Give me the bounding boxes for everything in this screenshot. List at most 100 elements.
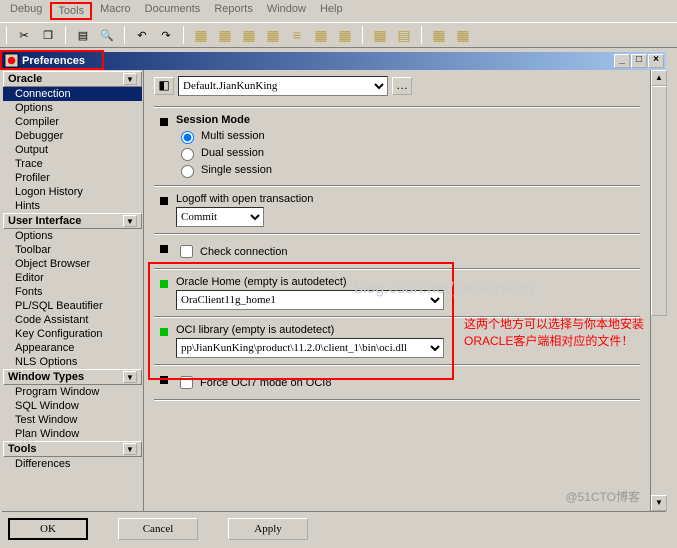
sidebar-item-nls[interactable]: NLS Options (3, 355, 142, 369)
db-icon-4[interactable]: ▦ (264, 26, 282, 44)
menu-tools[interactable]: Tools (50, 2, 92, 20)
db-icon-3[interactable]: ▦ (240, 26, 258, 44)
apply-button[interactable]: Apply (228, 518, 308, 540)
preset-icon[interactable]: ◧ (154, 77, 174, 95)
bullet-icon (160, 376, 168, 384)
menu-documents[interactable]: Documents (139, 2, 207, 20)
db-icon-8[interactable]: ▦ (371, 26, 389, 44)
bullet-green-icon (160, 328, 168, 336)
category-sidebar: Oracle▼ Connection Options Compiler Debu… (2, 70, 144, 511)
sidebar-item-compiler[interactable]: Compiler (3, 115, 142, 129)
sidebar-item-test-window[interactable]: Test Window (3, 413, 142, 427)
sidebar-item-debugger[interactable]: Debugger (3, 129, 142, 143)
sidebar-item-differences[interactable]: Differences (3, 457, 142, 471)
sidebar-item-key-config[interactable]: Key Configuration (3, 327, 142, 341)
preferences-window: Preferences _ □ × Oracle▼ Connection Opt… (0, 50, 668, 548)
sidebar-item-fonts[interactable]: Fonts (3, 285, 142, 299)
sidebar-item-connection[interactable]: Connection (3, 87, 142, 101)
watermark-blog: @51CTO博客 (565, 488, 640, 505)
logoff-label: Logoff with open transaction (176, 193, 640, 205)
cat-oracle[interactable]: Oracle▼ (3, 71, 142, 87)
cut-icon[interactable]: ✂ (15, 26, 33, 44)
paste-icon[interactable]: ▤ (74, 26, 92, 44)
sidebar-item-ui-options[interactable]: Options (3, 229, 142, 243)
session-mode-title: Session Mode (176, 114, 640, 126)
force-oci7-label: Force OCI7 mode on OCI8 (200, 377, 331, 389)
chevron-down-icon[interactable]: ▼ (123, 73, 137, 85)
main-panel: ◧ Default.JianKunKing … Session Mode Mul… (144, 70, 650, 511)
sidebar-item-plan-window[interactable]: Plan Window (3, 427, 142, 441)
sidebar-item-program-window[interactable]: Program Window (3, 385, 142, 399)
logoff-select[interactable]: Commit (176, 207, 264, 227)
undo-icon[interactable]: ↶ (133, 26, 151, 44)
radio-dual-session[interactable] (181, 148, 194, 161)
sidebar-item-editor[interactable]: Editor (3, 271, 142, 285)
radio-multi-session[interactable] (181, 131, 194, 144)
chevron-down-icon[interactable]: ▼ (123, 215, 137, 227)
sidebar-item-beautifier[interactable]: PL/SQL Beautifier (3, 299, 142, 313)
db-icon-7[interactable]: ▦ (336, 26, 354, 44)
check-connection-label: Check connection (200, 246, 287, 258)
sidebar-item-trace[interactable]: Trace (3, 157, 142, 171)
menu-help[interactable]: Help (314, 2, 349, 20)
menu-macro[interactable]: Macro (94, 2, 137, 20)
sidebar-item-toolbar[interactable]: Toolbar (3, 243, 142, 257)
cat-user-interface[interactable]: User Interface▼ (3, 213, 142, 229)
db-icon-2[interactable]: ▦ (216, 26, 234, 44)
scroll-thumb[interactable] (651, 86, 667, 316)
db-icon-11[interactable]: ▦ (454, 26, 472, 44)
cat-window-types[interactable]: Window Types▼ (3, 369, 142, 385)
chevron-down-icon[interactable]: ▼ (123, 443, 137, 455)
main-menubar: Debug Tools Macro Documents Reports Wind… (0, 0, 677, 22)
db-icon-6[interactable]: ▦ (312, 26, 330, 44)
chevron-down-icon[interactable]: ▼ (123, 371, 137, 383)
minimize-button[interactable]: _ (614, 54, 630, 68)
db-icon-10[interactable]: ▦ (430, 26, 448, 44)
radio-dual-label: Dual session (201, 147, 264, 159)
maximize-button[interactable]: □ (631, 54, 647, 68)
scroll-up-button[interactable]: ▲ (651, 70, 667, 86)
oracle-home-label: Oracle Home (empty is autodetect) (176, 276, 640, 288)
button-row: OK Cancel Apply (2, 511, 666, 546)
scrollbar[interactable]: ▲ ▼ (650, 70, 666, 511)
db-icon-9[interactable]: ▤ (395, 26, 413, 44)
titlebar: Preferences _ □ × (2, 52, 666, 70)
close-button[interactable]: × (648, 54, 664, 68)
oci-library-select[interactable]: pp\JianKunKing\product\11.2.0\client_1\b… (176, 338, 444, 358)
sidebar-item-logon-history[interactable]: Logon History (3, 185, 142, 199)
radio-single-session[interactable] (181, 165, 194, 178)
annotation-text: 这两个地方可以选择与你本地安装ORACLE客户端相对应的文件！ (464, 316, 644, 350)
check-connection-checkbox[interactable] (180, 245, 193, 258)
find-icon[interactable]: 🔍 (98, 26, 116, 44)
preset-select[interactable]: Default.JianKunKing (178, 76, 388, 96)
redo-icon[interactable]: ↷ (157, 26, 175, 44)
execute-icon[interactable]: ▦ (192, 26, 210, 44)
ok-button[interactable]: OK (8, 518, 88, 540)
cat-tools[interactable]: Tools▼ (3, 441, 142, 457)
db-icon-5[interactable]: ≡ (288, 26, 306, 44)
sidebar-item-options[interactable]: Options (3, 101, 142, 115)
sidebar-item-sql-window[interactable]: SQL Window (3, 399, 142, 413)
radio-multi-label: Multi session (201, 130, 265, 142)
cancel-button[interactable]: Cancel (118, 518, 198, 540)
sidebar-item-profiler[interactable]: Profiler (3, 171, 142, 185)
sidebar-item-code-assistant[interactable]: Code Assistant (3, 313, 142, 327)
sidebar-item-object-browser[interactable]: Object Browser (3, 257, 142, 271)
main-toolbar: ✂ ❐ ▤ 🔍 ↶ ↷ ▦ ▦ ▦ ▦ ≡ ▦ ▦ ▦ ▤ ▦ ▦ (0, 22, 677, 48)
sidebar-item-hints[interactable]: Hints (3, 199, 142, 213)
preset-more-button[interactable]: … (392, 77, 412, 95)
scroll-down-button[interactable]: ▼ (651, 495, 667, 511)
menu-reports[interactable]: Reports (208, 2, 259, 20)
menu-window[interactable]: Window (261, 2, 312, 20)
bullet-icon (160, 118, 168, 126)
bullet-icon (160, 245, 168, 253)
force-oci7-checkbox[interactable] (180, 376, 193, 389)
bullet-icon (160, 197, 168, 205)
sidebar-item-appearance[interactable]: Appearance (3, 341, 142, 355)
sidebar-item-output[interactable]: Output (3, 143, 142, 157)
copy-icon[interactable]: ❐ (39, 26, 57, 44)
menu-debug[interactable]: Debug (4, 2, 48, 20)
window-title: Preferences (22, 55, 85, 67)
radio-single-label: Single session (201, 164, 272, 176)
oracle-home-select[interactable]: OraClient11g_home1 (176, 290, 444, 310)
